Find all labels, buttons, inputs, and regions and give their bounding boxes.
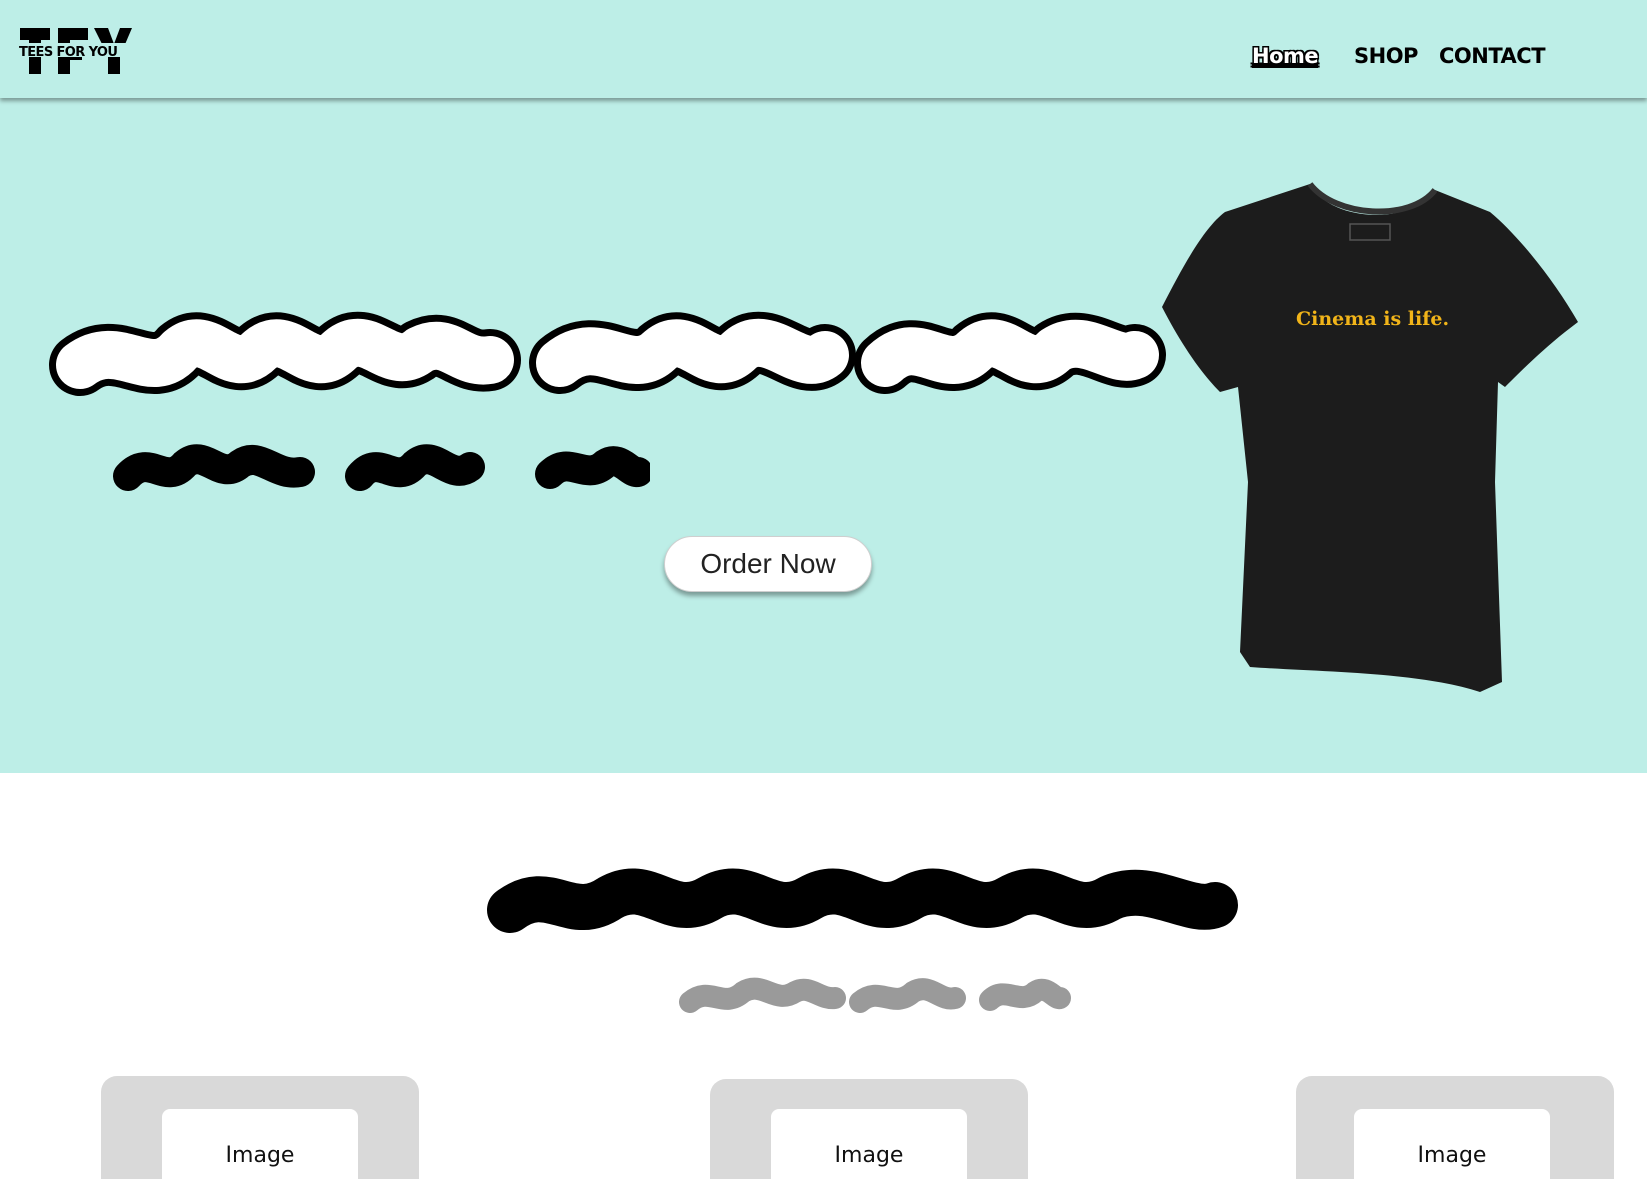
section-title-redacted bbox=[487, 868, 1238, 933]
product-image-label: Image bbox=[834, 1143, 904, 1168]
page: TEES FOR YOU Home SHOP CONTACT Order Now… bbox=[0, 0, 1647, 1179]
product-image-placeholder: Image bbox=[162, 1109, 358, 1179]
hero-subheadline-redacted bbox=[113, 444, 650, 491]
nav-home-link[interactable]: Home bbox=[1252, 44, 1319, 68]
section-subtitle-redacted bbox=[679, 977, 1071, 1013]
order-now-button[interactable]: Order Now bbox=[664, 536, 872, 592]
logo-text: TEES FOR YOU bbox=[19, 45, 117, 60]
nav-shop-link[interactable]: SHOP bbox=[1354, 44, 1418, 68]
site-header: TEES FOR YOU Home SHOP CONTACT bbox=[0, 0, 1647, 98]
product-image-label: Image bbox=[225, 1143, 295, 1168]
product-card[interactable]: Image bbox=[101, 1076, 419, 1179]
product-image-label: Image bbox=[1417, 1143, 1487, 1168]
product-image-placeholder: Image bbox=[1354, 1109, 1550, 1179]
nav-contact-link[interactable]: CONTACT bbox=[1439, 44, 1546, 68]
product-card[interactable]: Image bbox=[710, 1079, 1028, 1179]
hero-headline-redacted bbox=[49, 311, 1166, 396]
product-image-placeholder: Image bbox=[771, 1109, 967, 1179]
brand-logo[interactable]: TEES FOR YOU bbox=[18, 26, 132, 78]
product-card[interactable]: Image bbox=[1296, 1076, 1614, 1179]
tshirt-product-image bbox=[1162, 182, 1578, 692]
tshirt-print-text: Cinema is life. bbox=[1296, 308, 1450, 330]
tshirt-body bbox=[1162, 184, 1578, 692]
